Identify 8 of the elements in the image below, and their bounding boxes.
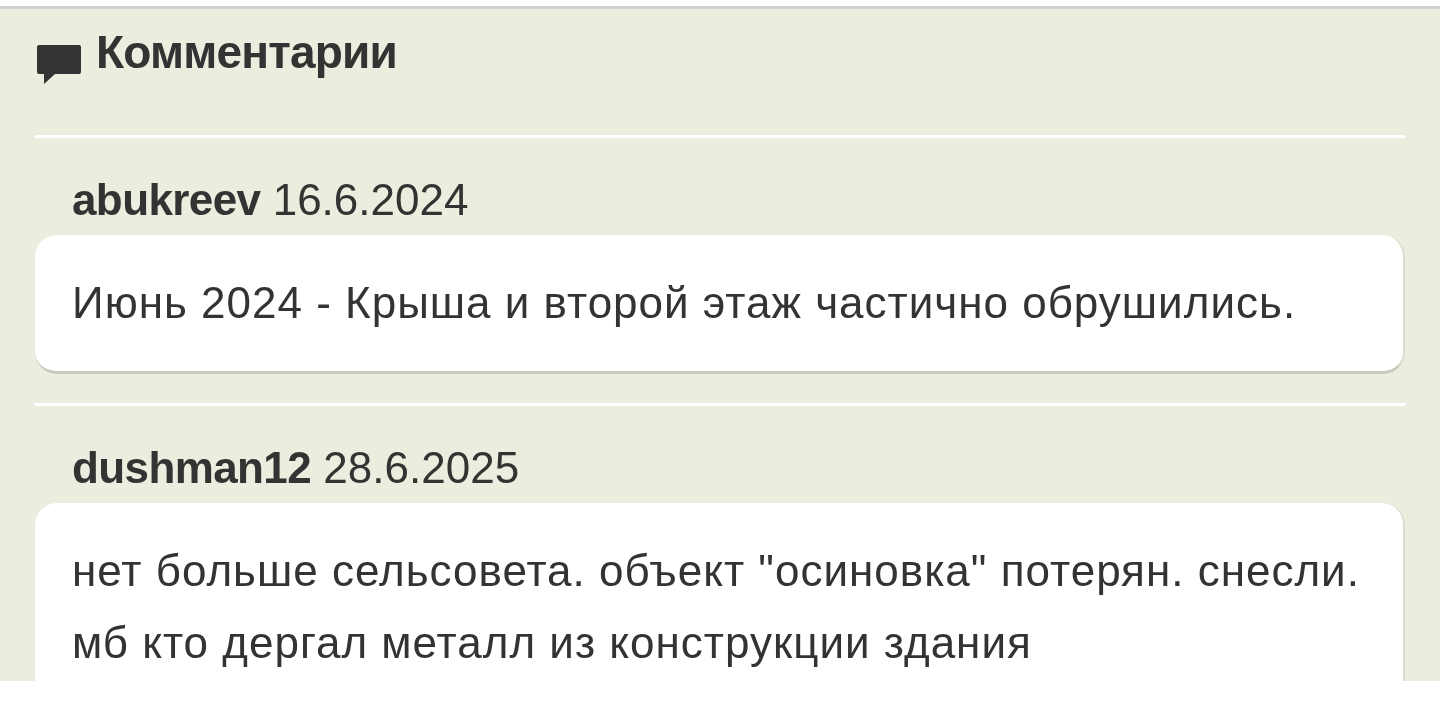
section-title: Комментарии	[96, 26, 397, 78]
comment-text: Июнь 2024 - Крыша и второй этаж частично обрушились.	[72, 277, 1298, 329]
comment-date: 16.6.2024	[272, 175, 469, 224]
comment-text: нет больше сельсовета. объект "осиновка" потерян. снесли. мб кто дергал металл из конструкции здания	[72, 545, 1361, 669]
comment-author: dushman12	[72, 443, 312, 492]
comment-date: 28.6.2025	[323, 443, 520, 492]
speech-bubble-icon	[37, 45, 81, 84]
comment-author: abukreev	[72, 175, 261, 224]
